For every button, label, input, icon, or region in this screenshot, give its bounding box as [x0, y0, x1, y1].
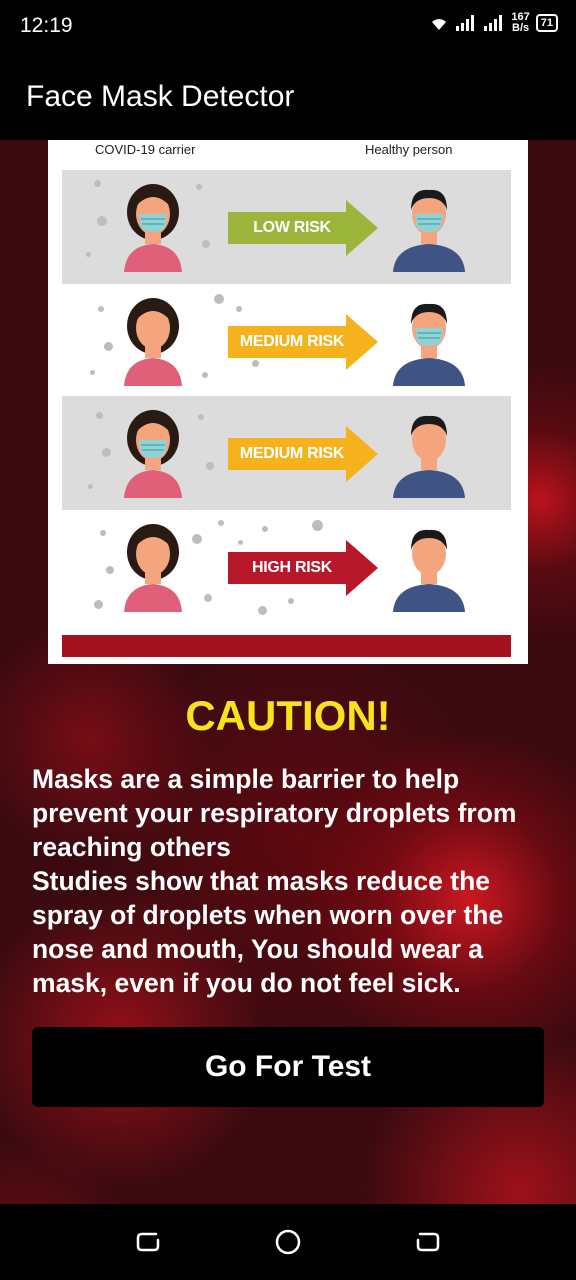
- infographic-footer-bar: [62, 635, 511, 657]
- risk-label: MEDIUM RISK: [239, 333, 345, 350]
- carrier-person-icon: [124, 410, 182, 498]
- risk-row: MEDIUM RISK: [62, 396, 511, 510]
- risk-row: HIGH RISK: [62, 510, 511, 624]
- mask-risk-infographic: COVID-19 carrier Healthy person LOW RISK: [48, 140, 528, 664]
- status-bar: 12:19 167 B/s 71: [0, 0, 576, 54]
- signal-icon: [456, 15, 475, 31]
- caution-heading: CAUTION!: [185, 692, 391, 739]
- risk-row: LOW RISK: [62, 170, 511, 284]
- carrier-person-icon: [124, 184, 182, 272]
- wifi-icon: [432, 19, 447, 30]
- healthy-person-icon: [393, 189, 465, 272]
- carrier-person-icon: [124, 524, 182, 612]
- carrier-caption: COVID-19 carrier: [95, 142, 196, 157]
- battery-icon: 71: [535, 14, 558, 32]
- risk-label: HIGH RISK: [252, 559, 332, 576]
- recents-icon[interactable]: [134, 1228, 162, 1256]
- home-icon[interactable]: [274, 1228, 302, 1256]
- net-speed-unit: B/s: [512, 22, 530, 34]
- go-for-test-button[interactable]: Go For Test: [32, 1027, 544, 1107]
- battery-level: 71: [540, 17, 553, 29]
- go-for-test-label: Go For Test: [204, 1050, 372, 1083]
- navigation-bar: [0, 1204, 576, 1280]
- healthy-person-icon: [393, 415, 465, 498]
- status-time: 12:19: [20, 14, 73, 37]
- app-title: Face Mask Detector: [26, 80, 295, 113]
- net-speed: 167 B/s: [511, 12, 529, 34]
- carrier-person-icon: [124, 298, 182, 386]
- signal-icon: [484, 15, 503, 31]
- caution-message: Masks are a simple barrier to help preve…: [32, 764, 517, 998]
- healthy-person-icon: [393, 303, 465, 386]
- risk-row: MEDIUM RISK: [62, 284, 511, 398]
- app-bar: Face Mask Detector: [0, 54, 576, 140]
- risk-label: MEDIUM RISK: [239, 445, 345, 462]
- back-icon[interactable]: [414, 1228, 442, 1256]
- risk-label: LOW RISK: [253, 219, 331, 236]
- healthy-person-icon: [393, 529, 465, 612]
- healthy-caption: Healthy person: [365, 142, 453, 157]
